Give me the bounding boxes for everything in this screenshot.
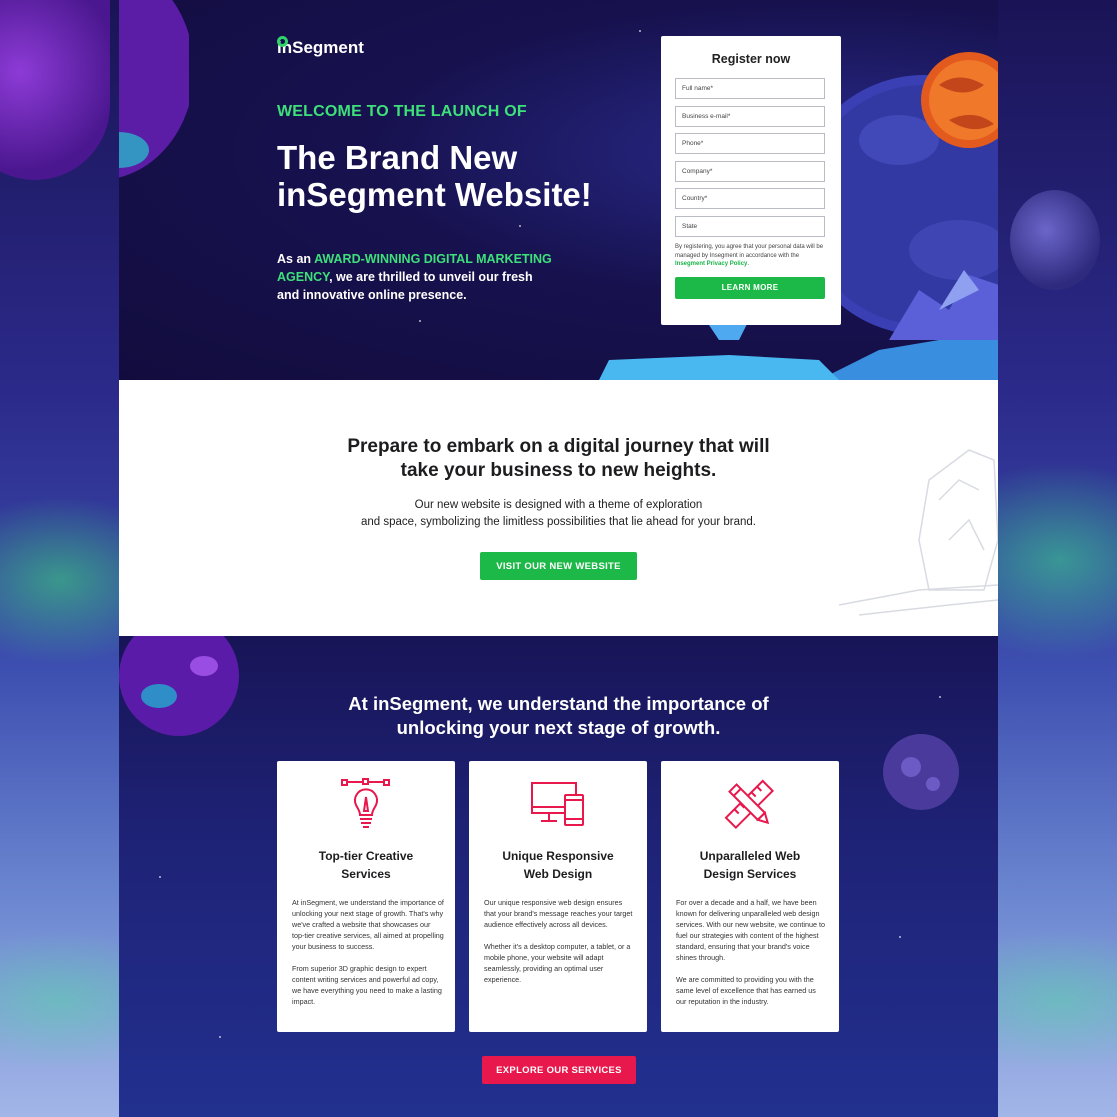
journey-section: Prepare to embark on a digital journey t… — [119, 380, 998, 636]
phone-field[interactable] — [675, 133, 825, 154]
service-card-webdesign: Unparalleled Web Design Services For ove… — [661, 761, 839, 1032]
journey-body-line1: Our new website is designed with a theme… — [414, 499, 703, 511]
card-paragraph: We are committed to providing you with t… — [676, 975, 816, 1006]
card-title-line1: Top-tier Creative — [318, 849, 414, 863]
card-title: Top-tier Creative Services — [277, 847, 455, 883]
hero-kicker: WELCOME TO THE LAUNCH OF — [277, 103, 527, 120]
privacy-note-prefix: By registering, you agree that your pers… — [675, 244, 824, 259]
card-body: For over a decade and a half, we have be… — [676, 897, 828, 1018]
hero-title-line2: inSegment Website! — [277, 176, 592, 213]
visit-website-button[interactable]: VISIT OUR NEW WEBSITE — [480, 552, 637, 580]
services-title-line2: unlocking your next stage of growth. — [396, 717, 721, 738]
outer-planet-left — [0, 0, 110, 180]
hero-section: inSegment WELCOME TO THE LAUNCH OF The B… — [119, 0, 998, 380]
privacy-policy-link[interactable]: Insegment Privacy Policy — [675, 261, 747, 267]
hero-body-prefix: As an — [277, 252, 315, 266]
register-form: Register now By registering, you agree t… — [661, 36, 841, 325]
logo-text: inSegment — [277, 38, 364, 57]
card-paragraph: For over a decade and a half, we have be… — [676, 898, 826, 962]
services-section: At inSegment, we understand the importan… — [119, 636, 998, 1117]
services-title-line1: At inSegment, we understand the importan… — [348, 693, 769, 714]
business-email-field[interactable] — [675, 105, 825, 127]
logo[interactable]: inSegment — [277, 36, 364, 58]
privacy-note: By registering, you agree that your pers… — [675, 243, 827, 269]
card-paragraph: At inSegment, we understand the importan… — [292, 898, 444, 951]
outer-planet-right — [1010, 190, 1100, 290]
planet-small-illustration — [883, 734, 959, 810]
ruler-pencil-icon — [661, 777, 839, 833]
page: inSegment WELCOME TO THE LAUNCH OF The B… — [119, 0, 998, 1117]
card-paragraph: Our unique responsive web design ensures… — [484, 898, 633, 929]
card-title-line1: Unparalleled Web — [699, 849, 801, 863]
form-title: Register now — [711, 52, 791, 66]
journey-title: Prepare to embark on a digital journey t… — [119, 435, 998, 483]
journey-title-line1: Prepare to embark on a digital journey t… — [347, 436, 770, 457]
card-body: Our unique responsive web design ensures… — [484, 897, 636, 996]
journey-body-line2: and space, symbolizing the limitless pos… — [360, 516, 757, 528]
card-title-line2: Services — [341, 867, 391, 881]
card-title: Unparalleled Web Design Services — [661, 847, 839, 883]
services-title: At inSegment, we understand the importan… — [119, 692, 998, 740]
hero-title: The Brand New inSegment Website! — [277, 139, 657, 213]
card-paragraph: Whether it's a desktop computer, a table… — [484, 942, 631, 984]
company-field[interactable] — [675, 160, 825, 182]
card-title: Unique Responsive Web Design — [469, 847, 647, 883]
hero-title-line1: The Brand New — [277, 139, 518, 176]
card-body: At inSegment, we understand the importan… — [292, 897, 444, 1018]
logo-mark-icon — [277, 36, 288, 47]
card-title-line2: Web Design — [523, 867, 593, 881]
card-paragraph: From superior 3D graphic design to exper… — [292, 964, 442, 1006]
planet-left-illustration — [119, 0, 189, 178]
privacy-note-suffix: . — [747, 261, 750, 267]
journey-body: Our new website is designed with a theme… — [119, 497, 998, 531]
full-name-field[interactable] — [675, 78, 825, 99]
card-title-line2: Design Services — [703, 867, 797, 881]
service-card-creative: Top-tier Creative Services At inSegment,… — [277, 761, 455, 1032]
card-title-line1: Unique Responsive — [502, 849, 614, 863]
country-field[interactable] — [675, 188, 825, 209]
journey-title-line2: take your business to new heights. — [400, 460, 717, 481]
learn-more-button[interactable]: LEARN MORE — [675, 276, 825, 299]
lightbulb-pencil-icon — [277, 777, 455, 833]
service-card-responsive: Unique Responsive Web Design Our unique … — [469, 761, 647, 1032]
explore-services-button[interactable]: EXPLORE OUR SERVICES — [482, 1056, 636, 1084]
hero-body: As an AWARD-WINNING DIGITAL MARKETING AG… — [277, 250, 557, 304]
devices-icon — [469, 777, 647, 833]
state-field[interactable] — [675, 215, 825, 237]
